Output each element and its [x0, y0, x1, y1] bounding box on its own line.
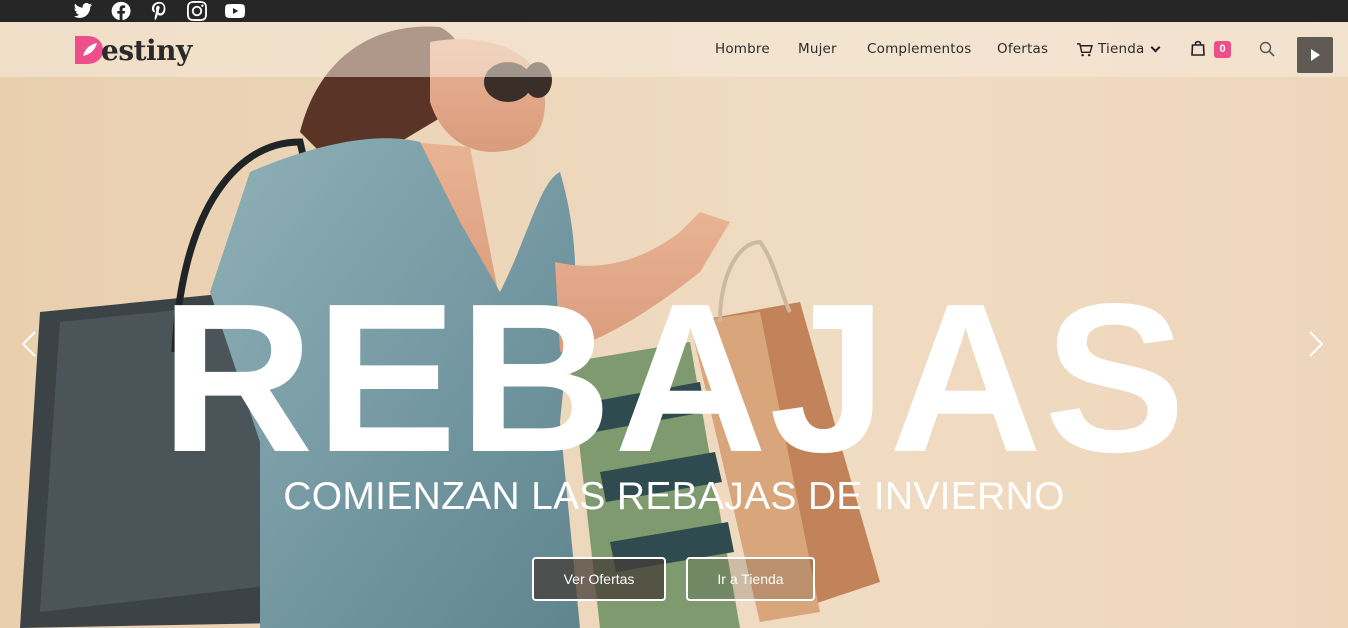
social-links	[72, 1, 262, 21]
twitter-icon[interactable]	[72, 1, 94, 21]
instagram-icon[interactable]	[186, 1, 208, 21]
shopping-bag-icon[interactable]	[1191, 40, 1205, 56]
pinterest-icon[interactable]	[148, 1, 170, 21]
site-logo[interactable]: estiny	[73, 30, 192, 70]
hero-subheadline: COMIENZAN LAS REBAJAS DE INVIERNO	[283, 475, 1065, 518]
nav-item-mujer[interactable]: Mujer	[798, 38, 837, 60]
logo-text: estiny	[101, 33, 192, 67]
nav-item-tienda-label: Tienda	[1098, 41, 1145, 57]
hero-headline: REBAJAS	[160, 259, 1188, 496]
search-icon[interactable]	[1259, 41, 1275, 57]
nav-item-complementos[interactable]: Complementos	[867, 38, 971, 60]
nav-item-ofertas[interactable]: Ofertas	[997, 38, 1048, 60]
youtube-icon[interactable]	[224, 1, 246, 21]
play-button[interactable]	[1297, 37, 1333, 73]
go-to-store-button[interactable]: Ir a Tienda	[686, 557, 815, 601]
nav-item-hombre[interactable]: Hombre	[715, 38, 770, 60]
play-icon	[1311, 49, 1320, 61]
cart-count-badge: 0	[1214, 41, 1231, 58]
view-offers-button[interactable]: Ver Ofertas	[532, 557, 666, 601]
cart-icon	[1077, 42, 1093, 56]
chevron-down-icon	[1150, 42, 1160, 52]
nav-item-tienda[interactable]: Tienda	[1076, 38, 1160, 60]
facebook-icon[interactable]	[110, 1, 132, 21]
social-bar	[0, 0, 1348, 22]
